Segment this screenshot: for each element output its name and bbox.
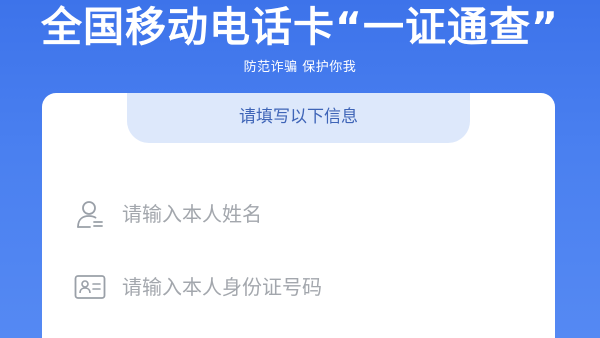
page-title: 全国移动电话卡“一证通查” <box>41 3 559 51</box>
user-icon <box>74 198 106 230</box>
name-field[interactable] <box>74 196 524 232</box>
id-number-field[interactable] <box>74 269 524 305</box>
name-input[interactable] <box>122 202 502 226</box>
form-card: 请填写以下信息 <box>42 93 555 338</box>
form-section-title: 请填写以下信息 <box>127 93 470 143</box>
page: 全国移动电话卡“一证通查” 防范诈骗 保护你我 请填写以下信息 <box>0 0 600 338</box>
id-card-icon <box>74 271 106 303</box>
page-subtitle: 防范诈骗 保护你我 <box>243 60 357 75</box>
id-number-input[interactable] <box>122 275 502 299</box>
